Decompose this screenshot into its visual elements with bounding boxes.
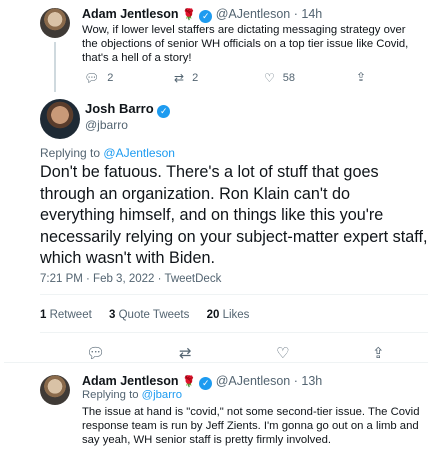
retweet-icon: ⇄ (174, 71, 185, 85)
retweets-stat[interactable]: 1 Retweet (40, 309, 92, 321)
tweet-time[interactable]: · 14h (294, 7, 323, 21)
retweet-button[interactable]: ⇄ 2 (174, 72, 198, 84)
author-name[interactable]: Josh Barro (85, 101, 154, 116)
avatar-josh[interactable] (40, 99, 80, 139)
reply-icon: 💬︎ (84, 71, 100, 85)
replying-to: Replying to @jbarro (82, 389, 182, 401)
like-button[interactable]: ♡ (276, 344, 289, 362)
divider (40, 332, 428, 333)
like-icon: ♡ (276, 345, 290, 362)
verified-badge-icon: ✓ (199, 377, 213, 390)
replying-label: Replying to (40, 146, 101, 160)
author-name[interactable]: Adam Jentleson (82, 7, 179, 21)
thread-connector (54, 42, 56, 92)
retweet-count: 2 (192, 72, 199, 84)
quotes-label: Quote Tweets (118, 309, 190, 321)
likes-stat[interactable]: 20 Likes (207, 309, 250, 321)
likes-label: Likes (222, 309, 250, 321)
tweet-header: Adam Jentleson 🌹 ✓ @AJentleson · 13h (82, 374, 322, 390)
retweet-icon: ⇄ (179, 345, 192, 362)
author-handle[interactable]: @jbarro (85, 118, 128, 132)
tweet-text: The issue at hand is "covid," not some s… (82, 406, 420, 446)
quotes-stat[interactable]: 3 Quote Tweets (109, 309, 189, 321)
like-count: 58 (282, 72, 296, 84)
rose-icon: 🌹 (182, 9, 196, 21)
tweet-text: Wow, if lower level staffers are dictati… (82, 24, 409, 64)
retweet-button[interactable]: ⇄ (179, 344, 192, 362)
retweets-count: 1 (40, 309, 47, 321)
tweet-thread: Adam Jentleson 🌹 ✓ @AJentleson · 14h Wow… (4, 0, 428, 450)
tweet-header: Josh Barro ✓ (85, 101, 171, 118)
avatar-adam[interactable] (40, 8, 70, 38)
rose-icon: 🌹 (182, 376, 196, 388)
like-icon: ♡ (264, 71, 275, 85)
engagement-stats: 1 Retweet 3 Quote Tweets 20 Likes (40, 309, 263, 321)
replying-to: Replying to @AJentleson (40, 146, 175, 160)
share-button[interactable]: ⇪ (372, 344, 385, 362)
tweet-time[interactable]: · 13h (294, 374, 323, 388)
divider (40, 294, 428, 295)
divider (4, 362, 428, 363)
reply-count: 2 (107, 72, 114, 84)
likes-count: 20 (206, 309, 220, 321)
reply-button[interactable]: 💬︎ (86, 344, 105, 362)
tweet-timestamp[interactable]: 7:21 PM · Feb 3, 2022 · TweetDeck (40, 273, 221, 285)
quotes-count: 3 (109, 309, 116, 321)
reply-button[interactable]: 💬︎ 2 (84, 72, 113, 84)
like-button[interactable]: ♡ 58 (264, 72, 295, 84)
share-icon: ⇪ (372, 345, 385, 362)
author-name[interactable]: Adam Jentleson (82, 374, 179, 388)
share-icon: ⇪ (356, 70, 367, 84)
replying-to-link[interactable]: @jbarro (142, 389, 182, 401)
reply-icon: 💬︎ (86, 345, 106, 362)
avatar-adam[interactable] (40, 375, 70, 405)
replying-to-link[interactable]: @AJentleson (103, 146, 175, 160)
author-handle[interactable]: @AJentleson (216, 374, 291, 388)
verified-badge-icon: ✓ (157, 105, 171, 118)
retweets-label: Retweet (49, 309, 92, 321)
tweet-adam-1[interactable]: Adam Jentleson 🌹 ✓ @AJentleson · 14h Wow… (4, 0, 428, 92)
verified-badge-icon: ✓ (199, 10, 213, 23)
author-handle[interactable]: @AJentleson (216, 7, 291, 21)
replying-label: Replying to (82, 389, 139, 401)
share-button[interactable]: ⇪ (356, 71, 366, 83)
tweet-text: Don't be fatuous. There's a lot of stuff… (40, 163, 428, 267)
tweet-header: Adam Jentleson 🌹 ✓ @AJentleson · 14h (82, 7, 322, 23)
